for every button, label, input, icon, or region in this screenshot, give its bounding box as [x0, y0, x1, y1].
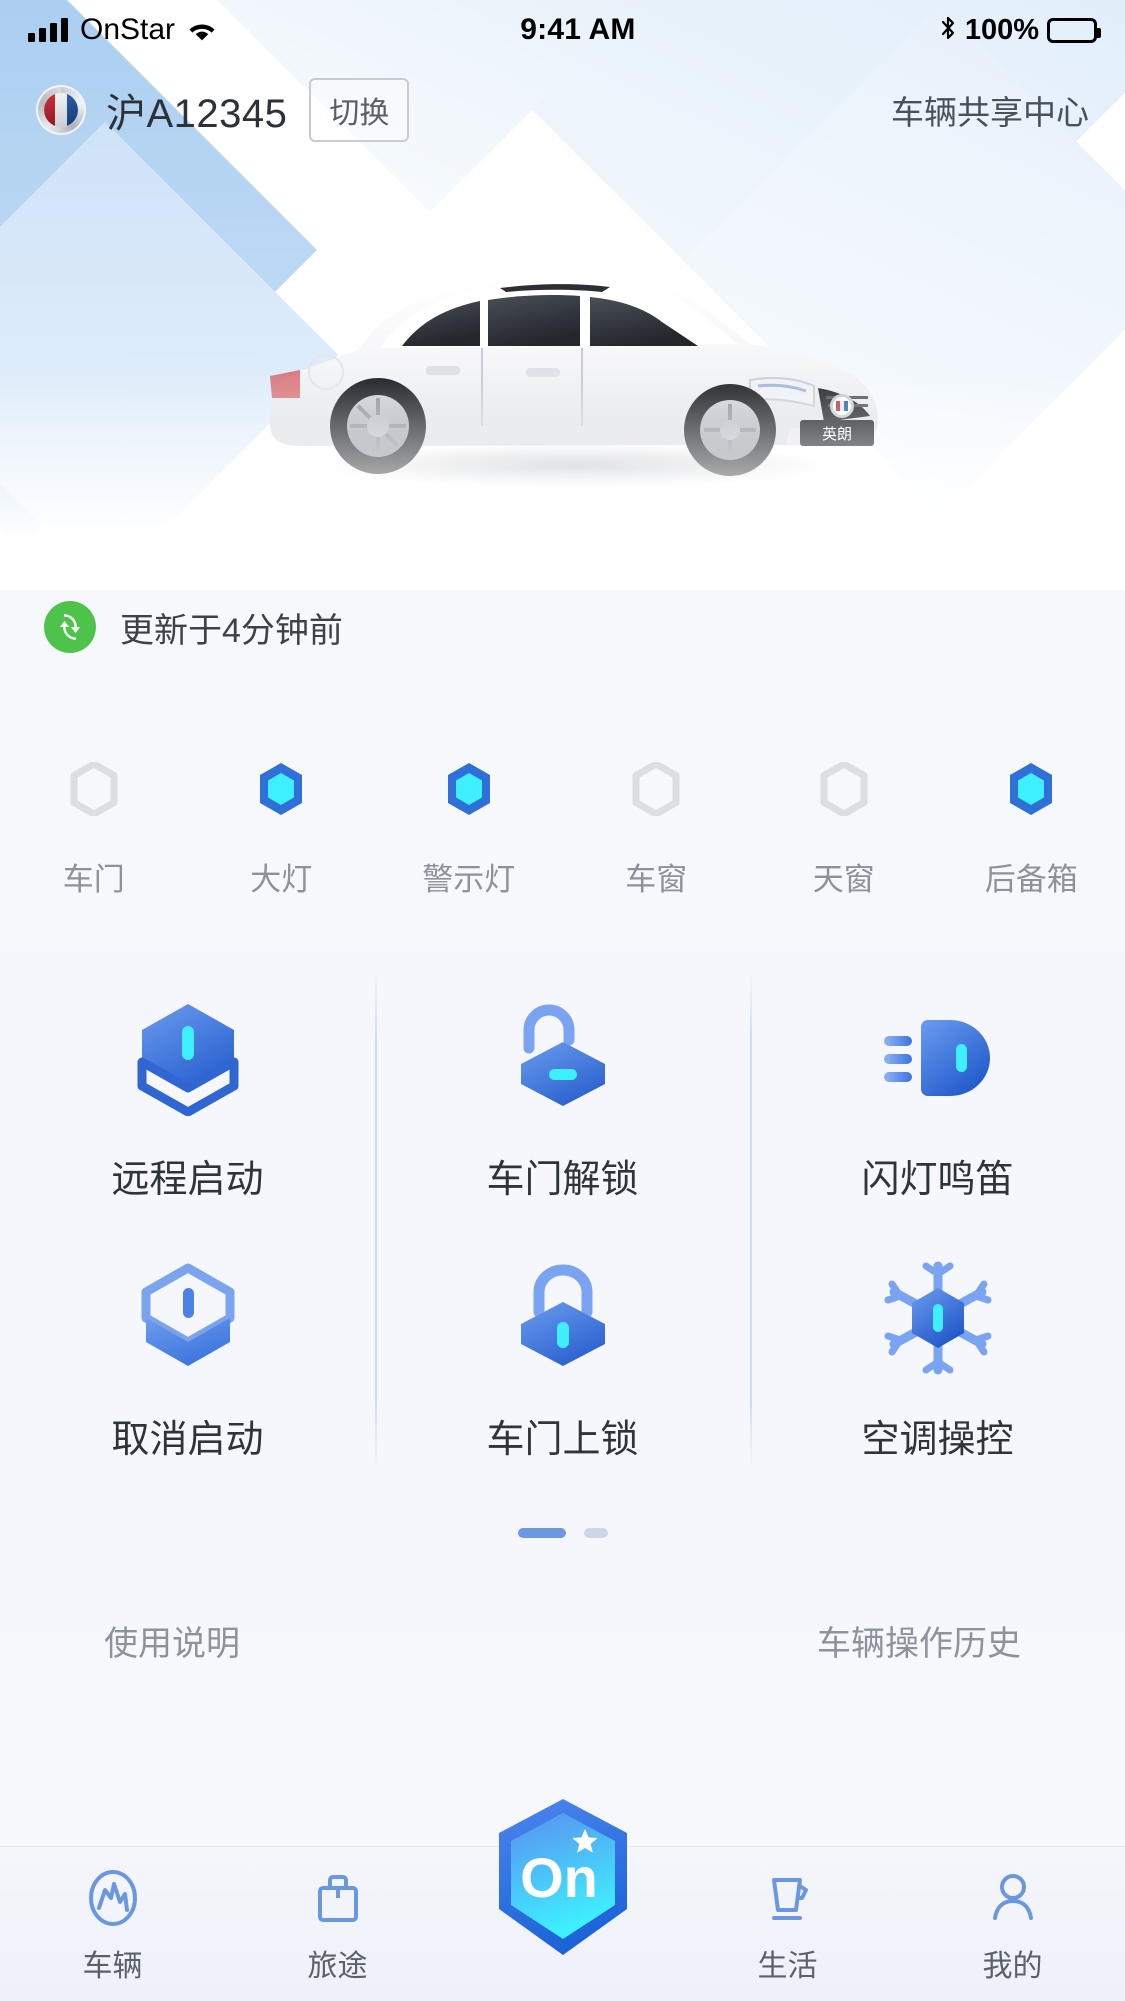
remote-control-panel: 远程启动 车门解锁 闪灯鸣笛 取消启动 车门上锁 空调操控 使用说明 车辆操作历… [0, 950, 1125, 1663]
control-label: 空调操控 [861, 1418, 1014, 1461]
hexagon-status-icon [252, 760, 310, 818]
panel-links: 使用说明 车辆操作历史 [0, 1605, 1125, 1675]
bluetooth-icon [939, 14, 957, 47]
vehicle-status-strip: 车门 大灯 警示灯 车窗 天窗 后备箱 [0, 760, 1125, 940]
control-climate[interactable]: 空调操控 [750, 1230, 1125, 1490]
last-update-row[interactable]: 更新于4分钟前 [0, 582, 1125, 672]
trip-bag-icon [305, 1865, 371, 1931]
onstar-logo-icon[interactable]: On [493, 1797, 633, 1957]
vehicle-status-item[interactable]: 天窗 [750, 760, 938, 940]
flash-horn-icon [878, 998, 998, 1118]
control-label: 车门上锁 [486, 1418, 639, 1461]
operation-history-link[interactable]: 车辆操作历史 [817, 1616, 1021, 1665]
vehicle-share-center-link[interactable]: 车辆共享中心 [891, 86, 1089, 134]
hexagon-status-icon [440, 760, 498, 818]
tab-label: 旅途 [307, 1950, 368, 1983]
vehicle-status-label: 车门 [62, 862, 125, 897]
page-dot-active[interactable] [517, 1528, 566, 1538]
control-label: 远程启动 [111, 1158, 264, 1201]
vehicle-status-item[interactable]: 大灯 [188, 760, 376, 940]
usage-instructions-link[interactable]: 使用说明 [104, 1616, 240, 1665]
control-label: 车门解锁 [486, 1158, 639, 1201]
control-unlock-door[interactable]: 车门解锁 [375, 970, 750, 1230]
cancel-start-icon [128, 1258, 248, 1378]
life-cup-icon [755, 1865, 821, 1931]
tab-vehicle[interactable]: 车辆 [0, 1847, 225, 1985]
hexagon-status-icon [1002, 760, 1060, 818]
page-indicator[interactable] [0, 1528, 1125, 1538]
app-header: 沪A12345 切换 车辆共享中心 [0, 60, 1125, 160]
control-lock-door[interactable]: 车门上锁 [375, 1230, 750, 1490]
hexagon-status-icon [627, 760, 685, 818]
snowflake-ac-icon [878, 1258, 998, 1378]
clock: 9:41 AM [520, 13, 636, 46]
tab-label: 我的 [982, 1950, 1043, 1983]
vehicle-status-label: 后备箱 [984, 862, 1078, 897]
battery-percent-label: 100% [964, 13, 1039, 46]
tab-life[interactable]: 生活 [675, 1847, 900, 1985]
signal-bars-icon [28, 18, 68, 42]
tab-label: 车辆 [82, 1950, 143, 1983]
control-remote-start[interactable]: 远程启动 [0, 970, 375, 1230]
control-flash-horn[interactable]: 闪灯鸣笛 [750, 970, 1125, 1230]
tab-label: 生活 [757, 1950, 818, 1983]
hexagon-status-icon [65, 760, 123, 818]
remote-start-icon [128, 998, 248, 1118]
vehicle-status-label: 警示灯 [422, 862, 516, 897]
switch-vehicle-button[interactable]: 切换 [309, 78, 410, 142]
status-bar: OnStar 9:41 AM 100% [0, 0, 1125, 60]
battery-full-icon [1047, 17, 1101, 43]
refresh-circle-icon[interactable] [44, 601, 96, 653]
hexagon-status-icon [815, 760, 873, 818]
control-grid: 远程启动 车门解锁 闪灯鸣笛 取消启动 车门上锁 空调操控 [0, 970, 1125, 1490]
vehicle-status-item[interactable]: 后备箱 [938, 760, 1125, 940]
tab-profile[interactable]: 我的 [900, 1847, 1125, 1985]
svg-text:On: On [520, 1846, 598, 1909]
buick-logo-icon [36, 85, 86, 135]
lock-icon [503, 1258, 623, 1378]
control-label: 取消启动 [111, 1418, 264, 1461]
last-update-label: 更新于4分钟前 [120, 611, 343, 650]
tab-onstar[interactable]: On [450, 1799, 675, 1955]
carrier-label: OnStar [80, 13, 176, 46]
vehicle-status-item[interactable]: 车窗 [563, 760, 751, 940]
profile-person-icon [980, 1865, 1046, 1931]
vehicle-plate-label: 沪A12345 [106, 92, 288, 136]
vehicle-status-label: 大灯 [250, 862, 313, 897]
bottom-tab-bar: 车辆 旅途 On 生活 我的 [0, 1799, 1125, 2001]
vehicle-status-label: 天窗 [812, 862, 875, 897]
tab-trip[interactable]: 旅途 [225, 1847, 450, 1985]
vehicle-status-label: 车窗 [625, 862, 688, 897]
control-label: 闪灯鸣笛 [861, 1158, 1014, 1201]
vehicle-icon [80, 1865, 146, 1931]
vehicle-status-item[interactable]: 警示灯 [375, 760, 563, 940]
page-dot[interactable] [583, 1528, 608, 1538]
vehicle-status-item[interactable]: 车门 [0, 760, 188, 940]
wifi-icon [187, 18, 217, 42]
control-cancel-start[interactable]: 取消启动 [0, 1230, 375, 1490]
unlock-icon [503, 998, 623, 1118]
